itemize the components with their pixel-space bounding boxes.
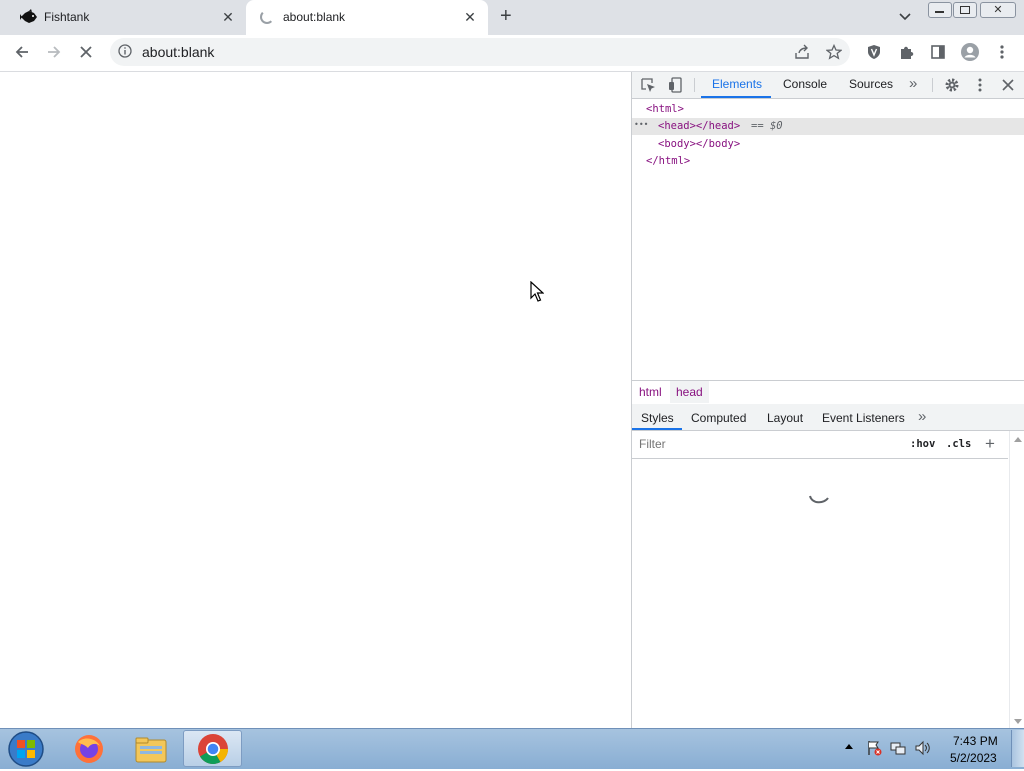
dom-row-dots-icon[interactable]: ••• bbox=[634, 120, 648, 129]
tray-volume-icon[interactable] bbox=[914, 740, 930, 756]
styles-filter-input[interactable] bbox=[635, 434, 897, 454]
tab-search-button[interactable] bbox=[897, 8, 913, 24]
taskbar-firefox-icon[interactable] bbox=[70, 732, 108, 766]
devtools-divider bbox=[694, 78, 695, 92]
new-tab-button[interactable]: + bbox=[500, 5, 512, 28]
subtab-event-listeners[interactable]: Event Listeners bbox=[822, 411, 905, 425]
address-bar[interactable] bbox=[110, 38, 850, 66]
devtools-tab-elements[interactable]: Elements bbox=[712, 77, 762, 91]
browser-menu-icon[interactable] bbox=[990, 40, 1014, 64]
scroll-down-icon[interactable] bbox=[1014, 719, 1022, 724]
dom-node-html-close[interactable]: </html> bbox=[646, 155, 690, 167]
devtools-settings-gear-icon[interactable] bbox=[944, 77, 960, 93]
clock-time[interactable]: 7:43 PM bbox=[953, 734, 998, 748]
subtab-layout[interactable]: Layout bbox=[767, 411, 803, 425]
devtools-divider bbox=[932, 78, 933, 92]
chrome-icon bbox=[196, 732, 230, 766]
site-info-icon[interactable] bbox=[118, 44, 132, 58]
dom-node-head[interactable]: <head></head> bbox=[658, 120, 740, 132]
forward-button[interactable] bbox=[42, 40, 66, 64]
tray-network-icon[interactable] bbox=[890, 740, 906, 756]
tab-close-icon[interactable]: ✕ bbox=[462, 9, 478, 25]
breadcrumb-head[interactable]: head bbox=[670, 381, 709, 403]
devtools-tabbar bbox=[632, 72, 1024, 99]
dom-node-html-open[interactable]: <html> bbox=[646, 103, 684, 115]
subtabs-more-icon[interactable]: » bbox=[918, 408, 926, 425]
extensions-puzzle-icon[interactable] bbox=[894, 40, 918, 64]
devtools-tab-console[interactable]: Console bbox=[783, 77, 827, 91]
taskbar-chrome-button[interactable] bbox=[183, 730, 242, 767]
cls-toggle-button[interactable]: .cls bbox=[946, 438, 971, 450]
extension-shield-icon[interactable] bbox=[862, 40, 886, 64]
dom-selected-marker: == $0 bbox=[751, 120, 783, 132]
tab-close-icon[interactable]: ✕ bbox=[220, 9, 236, 25]
window-restore-button[interactable] bbox=[953, 2, 977, 18]
tab-title: Fishtank bbox=[44, 10, 90, 24]
active-tab-indicator bbox=[701, 96, 771, 98]
start-button-windows-icon[interactable] bbox=[6, 730, 46, 768]
address-text: about:blank bbox=[142, 44, 215, 60]
breadcrumb-html[interactable]: html bbox=[639, 385, 662, 399]
fishtank-favicon-icon bbox=[20, 9, 38, 25]
back-button[interactable] bbox=[10, 40, 34, 64]
page-viewport[interactable] bbox=[0, 72, 631, 728]
scroll-up-icon[interactable] bbox=[1014, 437, 1022, 442]
inspect-element-icon[interactable] bbox=[640, 77, 656, 93]
devtools-more-tabs-icon[interactable]: » bbox=[909, 75, 917, 92]
subtab-styles[interactable]: Styles bbox=[641, 411, 674, 425]
tray-action-center-flag-icon[interactable] bbox=[866, 740, 882, 756]
dom-node-body[interactable]: <body></body> bbox=[658, 138, 740, 150]
tray-show-hidden-icon[interactable] bbox=[845, 744, 853, 749]
hov-toggle-button[interactable]: :hov bbox=[910, 438, 935, 450]
active-subtab-indicator bbox=[632, 428, 682, 430]
new-style-rule-button[interactable]: + bbox=[985, 434, 995, 454]
styles-scrollbar[interactable] bbox=[1009, 431, 1024, 728]
styles-loading-spinner-icon bbox=[809, 490, 829, 508]
side-panel-icon[interactable] bbox=[926, 40, 950, 64]
show-desktop-button[interactable] bbox=[1011, 730, 1024, 767]
devtools-tab-sources[interactable]: Sources bbox=[849, 77, 893, 91]
window-close-button[interactable]: ✕ bbox=[980, 2, 1016, 18]
window-minimize-button[interactable] bbox=[928, 2, 952, 18]
subtab-computed[interactable]: Computed bbox=[691, 411, 746, 425]
loading-spinner-icon bbox=[260, 10, 274, 24]
clock-date[interactable]: 5/2/2023 bbox=[950, 751, 997, 765]
profile-avatar-icon[interactable] bbox=[958, 40, 982, 64]
stop-loading-button[interactable] bbox=[74, 40, 98, 64]
taskbar-file-explorer-icon[interactable] bbox=[132, 732, 170, 766]
devtools-menu-icon[interactable] bbox=[978, 77, 982, 93]
mouse-cursor-icon bbox=[530, 280, 545, 306]
device-toolbar-icon[interactable] bbox=[668, 77, 684, 93]
devtools-close-icon[interactable] bbox=[1001, 78, 1015, 92]
bookmark-star-icon[interactable] bbox=[822, 40, 846, 64]
tab-title: about:blank bbox=[283, 10, 346, 24]
share-icon[interactable] bbox=[790, 40, 814, 64]
tab-about-blank[interactable]: about:blank ✕ bbox=[246, 0, 488, 35]
tab-fishtank[interactable]: Fishtank ✕ bbox=[8, 0, 246, 35]
